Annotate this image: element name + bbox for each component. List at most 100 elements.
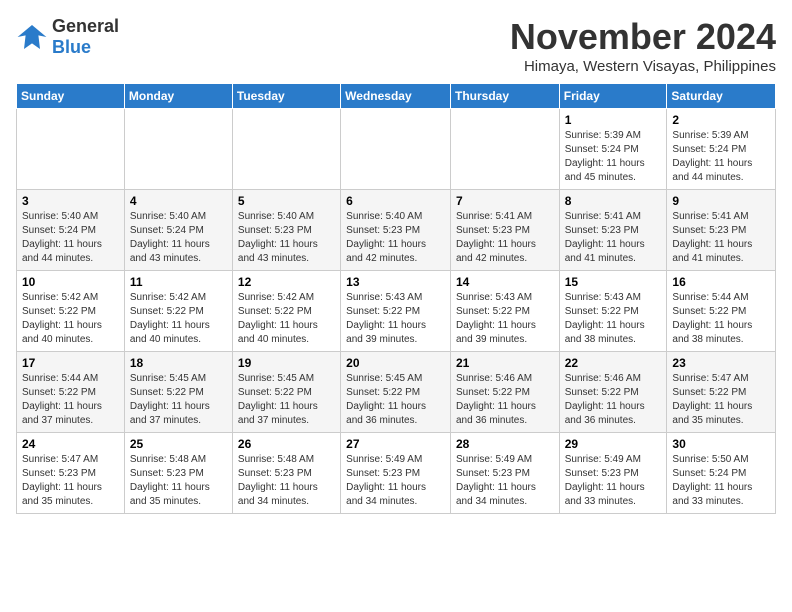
weekday-header-friday: Friday <box>559 84 667 109</box>
calendar-cell: 28 Sunrise: 5:49 AM Sunset: 5:23 PM Dayli… <box>450 433 559 514</box>
day-info: Sunrise: 5:46 AM Sunset: 5:22 PM Dayligh… <box>565 372 662 428</box>
calendar-cell: 9 Sunrise: 5:41 AM Sunset: 5:23 PM Daylig… <box>667 190 776 271</box>
day-info: Sunrise: 5:44 AM Sunset: 5:22 PM Dayligh… <box>672 291 770 347</box>
calendar-week-row: 10 Sunrise: 5:42 AM Sunset: 5:22 PM Dayli… <box>17 271 776 352</box>
day-info: Sunrise: 5:46 AM Sunset: 5:22 PM Dayligh… <box>456 372 554 428</box>
calendar-cell: 29 Sunrise: 5:49 AM Sunset: 5:23 PM Dayli… <box>559 433 667 514</box>
calendar-cell: 22 Sunrise: 5:46 AM Sunset: 5:22 PM Dayli… <box>559 352 667 433</box>
day-number: 27 <box>346 437 445 451</box>
day-info: Sunrise: 5:45 AM Sunset: 5:22 PM Dayligh… <box>238 372 335 428</box>
weekday-header-wednesday: Wednesday <box>341 84 451 109</box>
calendar-cell: 18 Sunrise: 5:45 AM Sunset: 5:22 PM Dayli… <box>124 352 232 433</box>
calendar-cell: 19 Sunrise: 5:45 AM Sunset: 5:22 PM Dayli… <box>232 352 340 433</box>
day-info: Sunrise: 5:41 AM Sunset: 5:23 PM Dayligh… <box>456 210 554 266</box>
calendar-cell: 13 Sunrise: 5:43 AM Sunset: 5:22 PM Dayli… <box>341 271 451 352</box>
calendar-cell: 7 Sunrise: 5:41 AM Sunset: 5:23 PM Daylig… <box>450 190 559 271</box>
day-info: Sunrise: 5:49 AM Sunset: 5:23 PM Dayligh… <box>565 453 662 509</box>
day-info: Sunrise: 5:43 AM Sunset: 5:22 PM Dayligh… <box>456 291 554 347</box>
day-info: Sunrise: 5:39 AM Sunset: 5:24 PM Dayligh… <box>672 129 770 185</box>
day-info: Sunrise: 5:49 AM Sunset: 5:23 PM Dayligh… <box>456 453 554 509</box>
day-info: Sunrise: 5:49 AM Sunset: 5:23 PM Dayligh… <box>346 453 445 509</box>
day-number: 8 <box>565 194 662 208</box>
day-info: Sunrise: 5:41 AM Sunset: 5:23 PM Dayligh… <box>672 210 770 266</box>
calendar-cell: 8 Sunrise: 5:41 AM Sunset: 5:23 PM Daylig… <box>559 190 667 271</box>
day-number: 19 <box>238 356 335 370</box>
calendar-week-row: 3 Sunrise: 5:40 AM Sunset: 5:24 PM Daylig… <box>17 190 776 271</box>
day-number: 7 <box>456 194 554 208</box>
calendar-cell: 27 Sunrise: 5:49 AM Sunset: 5:23 PM Dayli… <box>341 433 451 514</box>
day-info: Sunrise: 5:39 AM Sunset: 5:24 PM Dayligh… <box>565 129 662 185</box>
day-info: Sunrise: 5:48 AM Sunset: 5:23 PM Dayligh… <box>238 453 335 509</box>
day-number: 17 <box>22 356 119 370</box>
calendar-table: SundayMondayTuesdayWednesdayThursdayFrid… <box>16 83 776 514</box>
day-number: 12 <box>238 275 335 289</box>
day-info: Sunrise: 5:48 AM Sunset: 5:23 PM Dayligh… <box>130 453 227 509</box>
calendar-cell: 4 Sunrise: 5:40 AM Sunset: 5:24 PM Daylig… <box>124 190 232 271</box>
day-number: 5 <box>238 194 335 208</box>
calendar-cell: 26Sunrise: 5:48 AM Sunset: 5:23 PM Dayli… <box>232 433 340 514</box>
weekday-header-saturday: Saturday <box>667 84 776 109</box>
calendar-week-row: 24Sunrise: 5:47 AM Sunset: 5:23 PM Dayli… <box>17 433 776 514</box>
day-number: 16 <box>672 275 770 289</box>
calendar-cell <box>17 109 125 190</box>
day-info: Sunrise: 5:41 AM Sunset: 5:23 PM Dayligh… <box>565 210 662 266</box>
day-info: Sunrise: 5:42 AM Sunset: 5:22 PM Dayligh… <box>22 291 119 347</box>
day-number: 23 <box>672 356 770 370</box>
day-info: Sunrise: 5:40 AM Sunset: 5:23 PM Dayligh… <box>238 210 335 266</box>
day-info: Sunrise: 5:47 AM Sunset: 5:23 PM Dayligh… <box>22 453 119 509</box>
calendar-cell: 15Sunrise: 5:43 AM Sunset: 5:22 PM Dayli… <box>559 271 667 352</box>
calendar-cell: 25 Sunrise: 5:48 AM Sunset: 5:23 PM Dayli… <box>124 433 232 514</box>
day-number: 29 <box>565 437 662 451</box>
day-number: 28 <box>456 437 554 451</box>
header-area: General Blue November 2024 Himaya, Weste… <box>16 16 776 75</box>
calendar-cell: 3 Sunrise: 5:40 AM Sunset: 5:24 PM Daylig… <box>17 190 125 271</box>
day-info: Sunrise: 5:43 AM Sunset: 5:22 PM Dayligh… <box>346 291 445 347</box>
calendar-cell <box>124 109 232 190</box>
day-info: Sunrise: 5:40 AM Sunset: 5:24 PM Dayligh… <box>130 210 227 266</box>
day-number: 9 <box>672 194 770 208</box>
day-info: Sunrise: 5:40 AM Sunset: 5:24 PM Dayligh… <box>22 210 119 266</box>
day-number: 6 <box>346 194 445 208</box>
calendar-cell: 14 Sunrise: 5:43 AM Sunset: 5:22 PM Dayli… <box>450 271 559 352</box>
calendar-cell: 17 Sunrise: 5:44 AM Sunset: 5:22 PM Dayli… <box>17 352 125 433</box>
logo-icon <box>16 21 48 53</box>
calendar-cell <box>232 109 340 190</box>
day-number: 21 <box>456 356 554 370</box>
calendar-cell: 21 Sunrise: 5:46 AM Sunset: 5:22 PM Dayli… <box>450 352 559 433</box>
day-number: 10 <box>22 275 119 289</box>
day-info: Sunrise: 5:40 AM Sunset: 5:23 PM Dayligh… <box>346 210 445 266</box>
day-number: 14 <box>456 275 554 289</box>
day-number: 22 <box>565 356 662 370</box>
weekday-header-sunday: Sunday <box>17 84 125 109</box>
day-number: 25 <box>130 437 227 451</box>
day-info: Sunrise: 5:47 AM Sunset: 5:22 PM Dayligh… <box>672 372 770 428</box>
day-info: Sunrise: 5:45 AM Sunset: 5:22 PM Dayligh… <box>346 372 445 428</box>
location: Himaya, Western Visayas, Philippines <box>510 58 776 75</box>
calendar-cell: 12Sunrise: 5:42 AM Sunset: 5:22 PM Dayli… <box>232 271 340 352</box>
calendar-cell: 2 Sunrise: 5:39 AM Sunset: 5:24 PM Daylig… <box>667 109 776 190</box>
day-number: 15 <box>565 275 662 289</box>
calendar-cell <box>341 109 451 190</box>
logo-text: General Blue <box>52 16 119 58</box>
calendar-week-row: 17 Sunrise: 5:44 AM Sunset: 5:22 PM Dayli… <box>17 352 776 433</box>
day-number: 4 <box>130 194 227 208</box>
calendar-cell <box>450 109 559 190</box>
day-number: 18 <box>130 356 227 370</box>
day-number: 20 <box>346 356 445 370</box>
calendar-cell: 24Sunrise: 5:47 AM Sunset: 5:23 PM Dayli… <box>17 433 125 514</box>
calendar-week-row: 1Sunrise: 5:39 AM Sunset: 5:24 PM Daylig… <box>17 109 776 190</box>
day-number: 13 <box>346 275 445 289</box>
month-title: November 2024 <box>510 16 776 58</box>
day-number: 30 <box>672 437 770 451</box>
title-area: November 2024 Himaya, Western Visayas, P… <box>510 16 776 75</box>
calendar-cell: 1Sunrise: 5:39 AM Sunset: 5:24 PM Daylig… <box>559 109 667 190</box>
logo: General Blue <box>16 16 119 58</box>
day-info: Sunrise: 5:44 AM Sunset: 5:22 PM Dayligh… <box>22 372 119 428</box>
calendar-cell: 20 Sunrise: 5:45 AM Sunset: 5:22 PM Dayli… <box>341 352 451 433</box>
calendar-cell: 11Sunrise: 5:42 AM Sunset: 5:22 PM Dayli… <box>124 271 232 352</box>
day-info: Sunrise: 5:42 AM Sunset: 5:22 PM Dayligh… <box>130 291 227 347</box>
day-info: Sunrise: 5:45 AM Sunset: 5:22 PM Dayligh… <box>130 372 227 428</box>
day-number: 3 <box>22 194 119 208</box>
day-number: 2 <box>672 113 770 127</box>
calendar-cell: 6 Sunrise: 5:40 AM Sunset: 5:23 PM Daylig… <box>341 190 451 271</box>
